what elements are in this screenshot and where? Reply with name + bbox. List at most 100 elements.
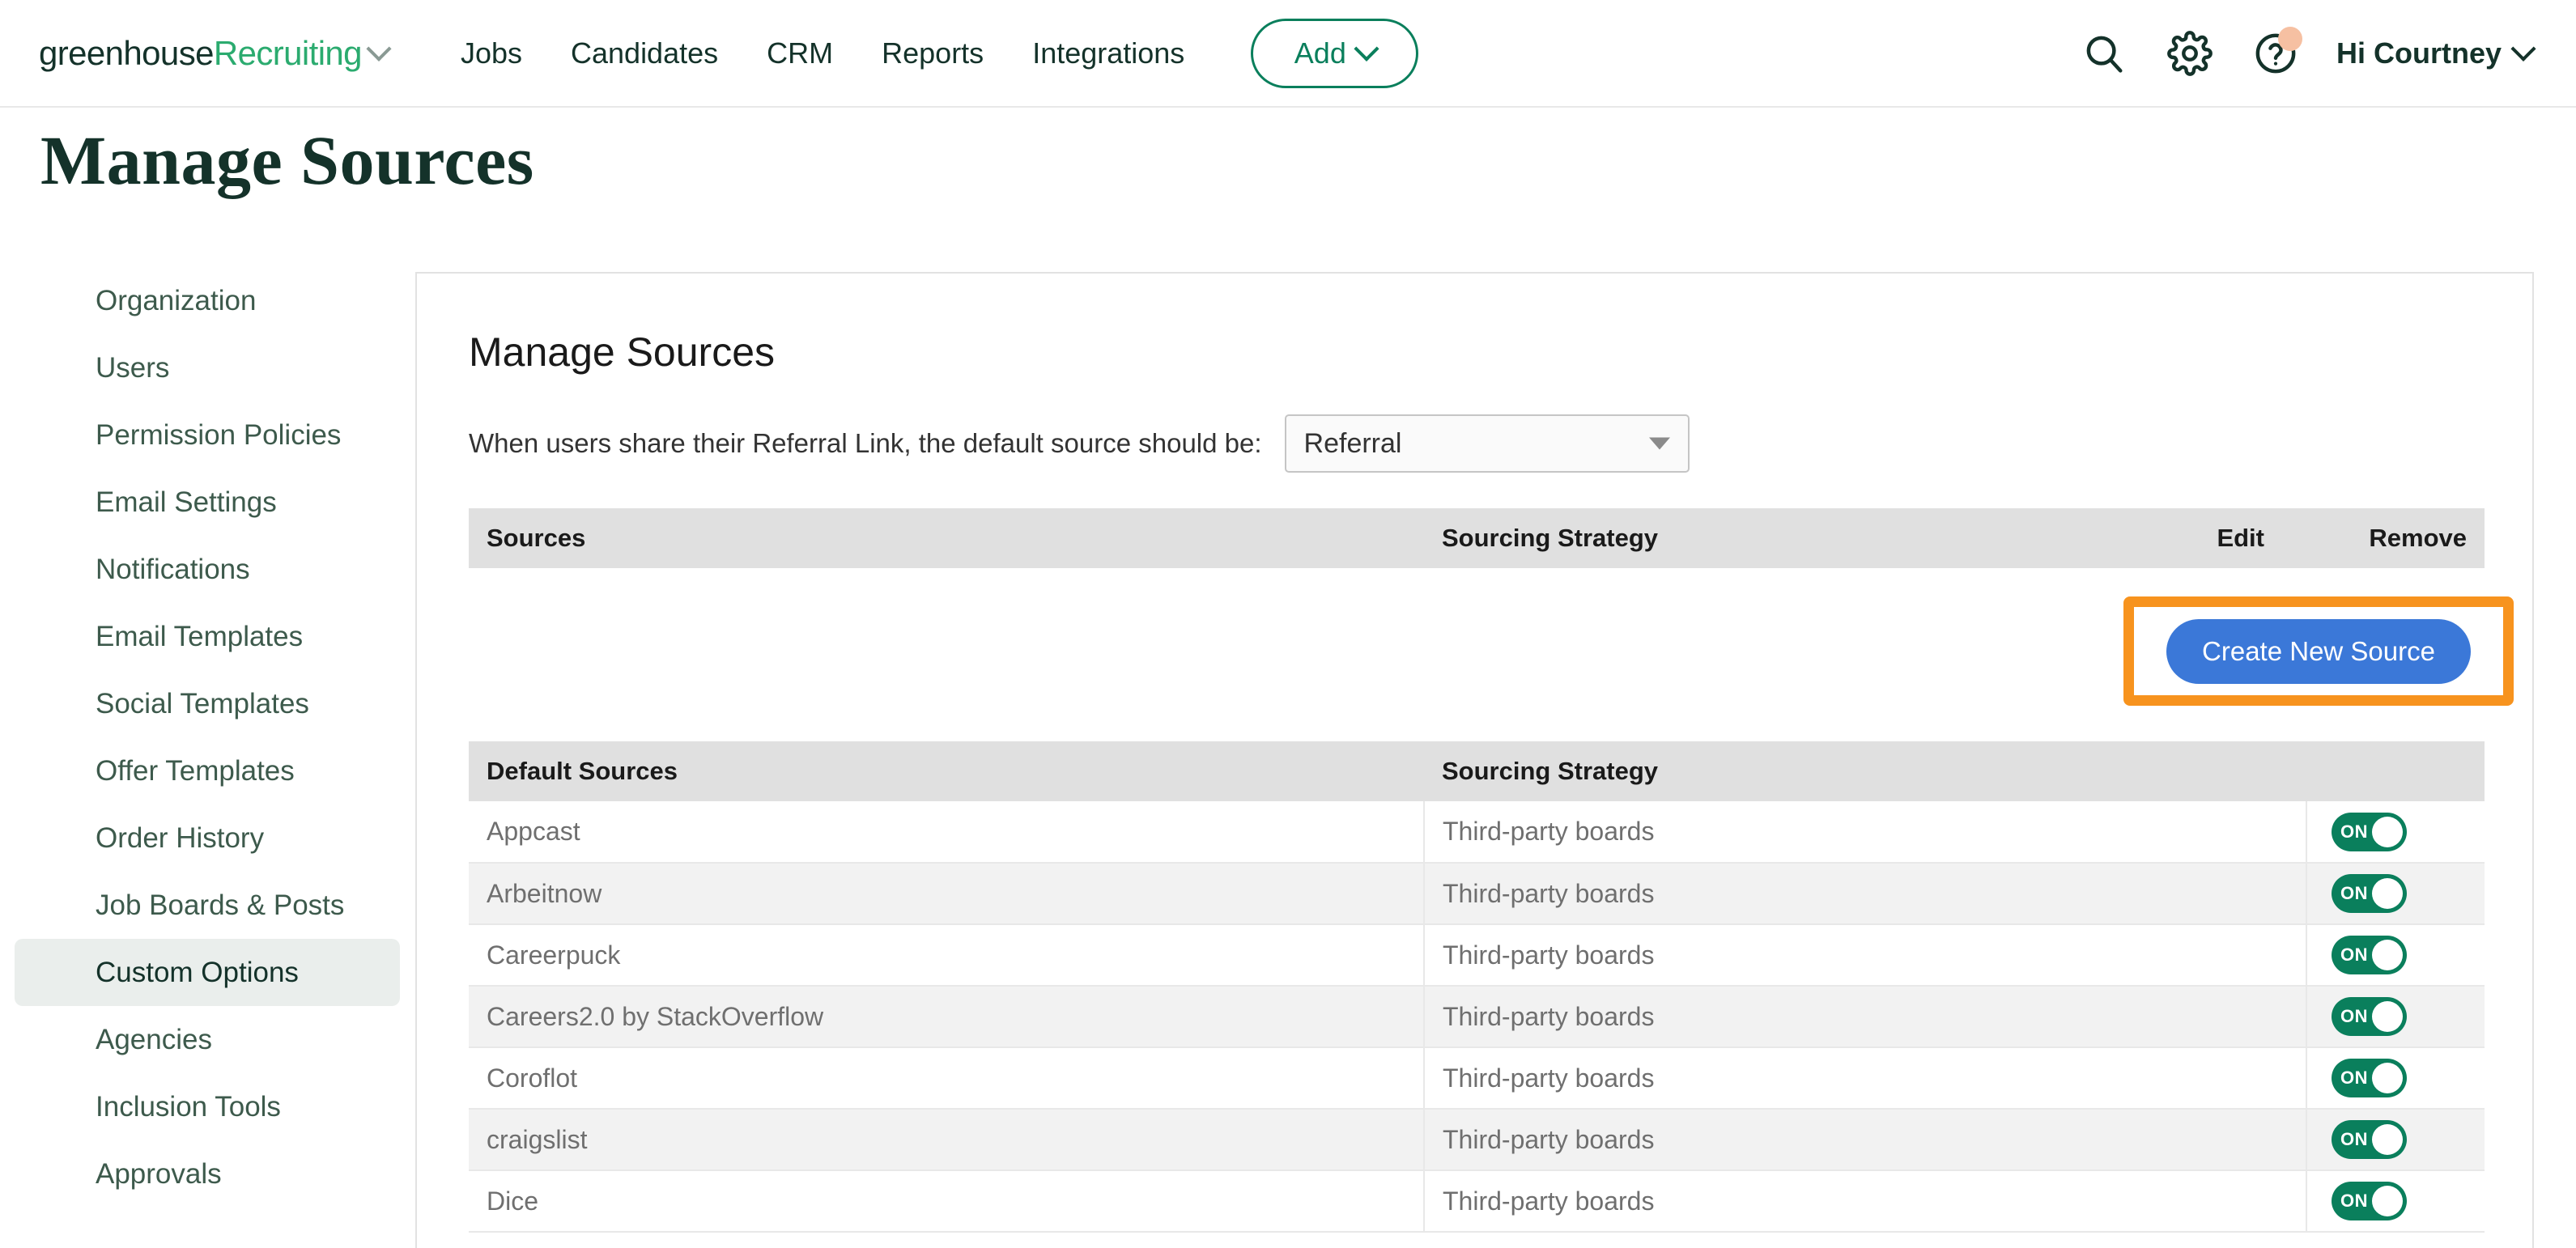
top-navigation-bar: greenhouseRecruiting Jobs Candidates CRM…: [0, 0, 2576, 108]
chevron-down-icon: [366, 36, 391, 61]
sidebar-item-organization[interactable]: Organization: [15, 267, 400, 334]
column-header-sourcing-strategy: Sourcing Strategy: [1424, 508, 2104, 568]
sidebar-item-label: Email Settings: [96, 486, 277, 519]
brand-primary-text: greenhouse: [39, 34, 214, 72]
toggle-state-label: ON: [2340, 1006, 2368, 1027]
user-menu[interactable]: Hi Courtney: [2336, 36, 2532, 70]
column-header-sourcing-strategy: Sourcing Strategy: [1424, 741, 2306, 801]
nav-item-jobs[interactable]: Jobs: [436, 36, 546, 70]
create-new-source-highlight: Create New Source: [2123, 596, 2514, 706]
sidebar-item-notifications[interactable]: Notifications: [15, 536, 400, 603]
sourcing-strategy-cell: Third-party boards: [1424, 1109, 2306, 1170]
source-toggle[interactable]: ON: [2332, 874, 2407, 913]
source-toggle[interactable]: ON: [2332, 813, 2407, 851]
sourcing-strategy-cell: Third-party boards: [1424, 1047, 2306, 1109]
sidebar-item-custom-options[interactable]: Custom Options: [15, 939, 400, 1006]
sources-table: Sources Sourcing Strategy Edit Remove: [469, 508, 2485, 568]
manage-sources-card: Manage Sources When users share their Re…: [415, 272, 2534, 1248]
search-icon[interactable]: [2079, 28, 2129, 79]
sidebar-item-email-settings[interactable]: Email Settings: [15, 469, 400, 536]
default-source-selected-value: Referral: [1304, 428, 1402, 460]
settings-sidebar: Organization Users Permission Policies E…: [0, 267, 414, 1208]
sidebar-item-email-templates[interactable]: Email Templates: [15, 603, 400, 670]
sidebar-item-users[interactable]: Users: [15, 334, 400, 401]
default-source-label: When users share their Referral Link, th…: [469, 428, 1262, 459]
sidebar-item-label: Offer Templates: [96, 755, 295, 787]
table-header-row: Sources Sourcing Strategy Edit Remove: [469, 508, 2485, 568]
sidebar-item-inclusion-tools[interactable]: Inclusion Tools: [15, 1073, 400, 1140]
column-header-remove: Remove: [2306, 508, 2485, 568]
sidebar-item-label: Email Templates: [96, 621, 303, 653]
source-toggle[interactable]: ON: [2332, 1182, 2407, 1220]
toggle-knob: [2372, 940, 2403, 970]
nav-item-reports[interactable]: Reports: [857, 36, 1008, 70]
table-row: Careers2.0 by StackOverflow Third-party …: [469, 986, 2485, 1047]
sidebar-item-permission-policies[interactable]: Permission Policies: [15, 401, 400, 469]
sourcing-strategy-cell: Third-party boards: [1424, 801, 2306, 863]
toggle-knob: [2372, 1001, 2403, 1032]
column-header-edit: Edit: [2104, 508, 2306, 568]
source-name-cell: Careers2.0 by StackOverflow: [469, 986, 1424, 1047]
source-toggle[interactable]: ON: [2332, 1059, 2407, 1097]
chevron-down-icon: [2510, 36, 2536, 61]
page-title: Manage Sources: [40, 120, 534, 201]
column-header-status: [2306, 741, 2485, 801]
sidebar-item-social-templates[interactable]: Social Templates: [15, 670, 400, 737]
sourcing-strategy-cell: Third-party boards: [1424, 1170, 2306, 1232]
default-source-select[interactable]: Referral: [1285, 414, 1690, 473]
table-row: Dice Third-party boards ON: [469, 1170, 2485, 1232]
toggle-state-label: ON: [2340, 944, 2368, 966]
toggle-knob: [2372, 878, 2403, 909]
source-name-cell: Coroflot: [469, 1047, 1424, 1109]
column-header-default-sources: Default Sources: [469, 741, 1424, 801]
toggle-state-label: ON: [2340, 1129, 2368, 1150]
nav-right-actions: Hi Courtney: [2079, 28, 2532, 79]
help-icon[interactable]: [2251, 28, 2301, 79]
source-name-cell: Dice: [469, 1170, 1424, 1232]
default-sources-table: Default Sources Sourcing Strategy Appcas…: [469, 741, 2485, 1233]
user-greeting-label: Hi Courtney: [2336, 36, 2502, 70]
sidebar-item-label: Agencies: [96, 1024, 212, 1056]
column-header-sources: Sources: [469, 508, 1424, 568]
nav-item-candidates[interactable]: Candidates: [546, 36, 742, 70]
sidebar-item-offer-templates[interactable]: Offer Templates: [15, 737, 400, 804]
table-header-row: Default Sources Sourcing Strategy: [469, 741, 2485, 801]
sidebar-item-job-boards-posts[interactable]: Job Boards & Posts: [15, 872, 400, 939]
toggle-knob: [2372, 1186, 2403, 1216]
table-row: Arbeitnow Third-party boards ON: [469, 863, 2485, 924]
brand-secondary-text: Recruiting: [214, 34, 362, 72]
source-name-cell: craigslist: [469, 1109, 1424, 1170]
toggle-knob: [2372, 817, 2403, 847]
chevron-down-icon: [1354, 36, 1379, 61]
sidebar-item-label: Job Boards & Posts: [96, 889, 344, 922]
toggle-knob: [2372, 1124, 2403, 1155]
toggle-state-label: ON: [2340, 1191, 2368, 1212]
chevron-down-icon: [1649, 438, 1670, 450]
nav-item-integrations[interactable]: Integrations: [1008, 36, 1209, 70]
sidebar-item-agencies[interactable]: Agencies: [15, 1006, 400, 1073]
sidebar-item-approvals[interactable]: Approvals: [15, 1140, 400, 1208]
table-row: Coroflot Third-party boards ON: [469, 1047, 2485, 1109]
sidebar-item-label: Order History: [96, 822, 264, 855]
table-row: Appcast Third-party boards ON: [469, 801, 2485, 863]
sidebar-item-label: Custom Options: [96, 957, 299, 989]
create-new-source-button[interactable]: Create New Source: [2166, 619, 2471, 684]
primary-nav-links: Jobs Candidates CRM Reports Integrations: [436, 36, 1209, 70]
sidebar-item-label: Notifications: [96, 554, 250, 586]
sidebar-item-order-history[interactable]: Order History: [15, 804, 400, 872]
default-source-setting-row: When users share their Referral Link, th…: [469, 414, 2532, 473]
default-sources-table-body: Appcast Third-party boards ON Arbeitnow …: [469, 801, 2485, 1232]
table-row: Careerpuck Third-party boards ON: [469, 924, 2485, 986]
source-toggle[interactable]: ON: [2332, 936, 2407, 974]
source-name-cell: Arbeitnow: [469, 863, 1424, 924]
add-button[interactable]: Add: [1251, 19, 1418, 88]
notification-dot: [2278, 27, 2302, 51]
source-name-cell: Careerpuck: [469, 924, 1424, 986]
source-toggle[interactable]: ON: [2332, 997, 2407, 1036]
sidebar-item-label: Approvals: [96, 1158, 222, 1191]
nav-item-crm[interactable]: CRM: [742, 36, 857, 70]
gear-icon[interactable]: [2165, 28, 2215, 79]
brand-logo-dropdown[interactable]: greenhouseRecruiting: [39, 34, 388, 73]
source-toggle[interactable]: ON: [2332, 1120, 2407, 1159]
source-name-cell: Appcast: [469, 801, 1424, 863]
